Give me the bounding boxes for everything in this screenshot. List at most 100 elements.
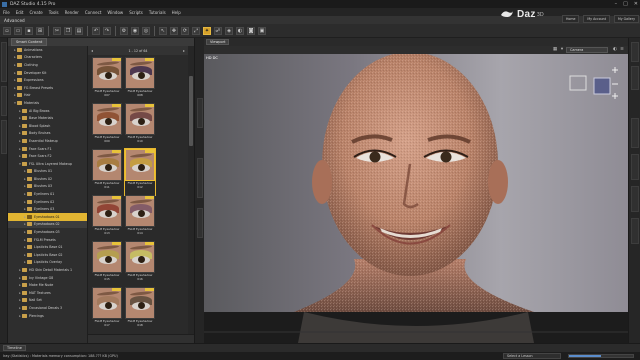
tree-item[interactable]: ▸ FG Breast Presets	[8, 84, 87, 92]
rotate-icon[interactable]: ⟳	[181, 26, 189, 35]
tree-item[interactable]: ▸ Eyeshadows 01	[8, 213, 87, 221]
render-icon[interactable]: ◉	[131, 26, 139, 35]
dock-tab-posing[interactable]	[197, 208, 203, 238]
product-thumbnail[interactable]: FSLM Eyeshadow 009	[92, 103, 122, 149]
tree-item[interactable]: ▸ Eyeshadows 02	[8, 220, 87, 229]
tree-item[interactable]: ▸ Hair	[8, 92, 87, 100]
dock-tab-shaping[interactable]	[197, 158, 203, 198]
tab-viewport[interactable]: Viewport	[206, 39, 230, 45]
tree-item[interactable]: ▸ Characters	[8, 54, 87, 62]
universal-tool-icon[interactable]: ✦	[203, 26, 211, 35]
tree-item[interactable]: ▸ Expressions	[8, 76, 87, 84]
dock-tab-scene-right[interactable]	[631, 42, 639, 62]
tree-item[interactable]: ▸ Clothing	[8, 61, 87, 69]
menu-tools[interactable]: Tools	[49, 10, 59, 15]
menu-tutorials[interactable]: Tutorials	[149, 10, 166, 15]
tree-item[interactable]: ▸ Piercings	[8, 312, 87, 320]
tree-item[interactable]: ▸ Eyeliners 03	[8, 205, 87, 213]
lesson-select[interactable]: Select a Lesson	[503, 353, 561, 359]
tree-item[interactable]: ▸ Essential Makeup	[8, 137, 87, 145]
spot-render-icon[interactable]: ◎	[142, 26, 150, 35]
menu-window[interactable]: Window	[107, 10, 123, 15]
camera-dropdown[interactable]: Camera	[566, 47, 608, 53]
product-thumbnail[interactable]: FSLM Eyeshadow 012	[124, 148, 156, 196]
tree-item[interactable]: ▸ Body Bruises	[8, 130, 87, 138]
tree-item[interactable]: ▸ Blushes 01	[8, 168, 87, 176]
move-icon[interactable]: ✥	[170, 26, 178, 35]
product-thumbnail[interactable]: FSLM Eyeshadow 014	[125, 195, 155, 241]
merge-icon[interactable]: ⊞	[36, 26, 44, 35]
3d-viewport[interactable]: HD DC	[204, 54, 628, 312]
menu-connect[interactable]: Connect	[85, 10, 102, 15]
undo-icon[interactable]: ↶	[92, 26, 100, 35]
render-settings-icon[interactable]: ⚙	[120, 26, 128, 35]
copy-icon[interactable]: ❐	[64, 26, 72, 35]
minimize-icon[interactable]: –	[615, 1, 618, 7]
tree-item[interactable]: ▸ Blood Splash	[8, 122, 87, 130]
tree-item[interactable]: ▸ Ivy Vintage G8	[8, 274, 87, 282]
dock-tab-scene[interactable]	[1, 120, 7, 154]
view-menu-icon[interactable]: ▾	[559, 47, 565, 53]
my-gallery-link[interactable]: My Gallery	[613, 15, 639, 23]
tree-item[interactable]: ▸ Base Materials	[8, 114, 87, 122]
product-thumbnail[interactable]: FSLM Eyeshadow 017	[92, 287, 122, 333]
product-thumbnail[interactable]: FSLM Eyeshadow 016	[125, 241, 155, 287]
surface-selection-icon[interactable]: ◐	[236, 26, 244, 35]
page-next-icon[interactable]: ▸	[183, 48, 185, 53]
viewport-menu-icon[interactable]: ≡	[619, 47, 625, 53]
node-select-icon[interactable]: ↖	[159, 26, 167, 35]
tree-item[interactable]: ▸ FSLM Presets	[8, 236, 87, 244]
scale-icon[interactable]: ⤢	[192, 26, 200, 35]
aux-view-icon[interactable]: ▦	[552, 47, 558, 53]
menu-create[interactable]: Create	[29, 10, 42, 15]
tree-item[interactable]: ▸ Eyeliners 01	[8, 190, 87, 198]
geometry-editor-icon[interactable]: ◈	[225, 26, 233, 35]
pose-tool-icon[interactable]: ☍	[214, 26, 222, 35]
tree-item[interactable]: ▸ Lipsticks Overlay	[8, 259, 87, 267]
redo-icon[interactable]: ↷	[103, 26, 111, 35]
tree-item[interactable]: ▾ Materials	[8, 99, 87, 107]
dock-tab-surfaces[interactable]	[631, 118, 639, 148]
tree-item[interactable]: ▸ Lipsticks Base 01	[8, 243, 87, 251]
save-icon[interactable]: ▪	[25, 26, 33, 35]
paste-icon[interactable]: ▤	[75, 26, 83, 35]
tree-item[interactable]: ▸ Face Scars F1	[8, 145, 87, 153]
tree-item[interactable]: ▸ Eyeshadows 03	[8, 228, 87, 236]
open-icon[interactable]: ▭	[14, 26, 22, 35]
dock-tab-cameras[interactable]	[631, 186, 639, 212]
draw-style-icon[interactable]: ◐	[612, 47, 618, 53]
tree-item[interactable]: ▸ Occasional Decals 3	[8, 304, 87, 312]
tree-item[interactable]: ▸ Eyeliners 02	[8, 198, 87, 206]
tree-item[interactable]: ▸ Blushes 03	[8, 183, 87, 191]
tree-item[interactable]: ▾ FSL Ultra Layered Makeup	[8, 160, 87, 168]
tree-item[interactable]: ▸ HD Skin Detail Materials 1	[8, 266, 87, 274]
tree-item[interactable]: ▸ Make Me Nude	[8, 281, 87, 289]
dock-tab-smart-content[interactable]	[1, 86, 7, 116]
tree-item[interactable]: ▸ Animations	[8, 46, 87, 54]
page-prev-icon[interactable]: ◂	[91, 48, 93, 53]
product-thumbnail[interactable]: FSLM Eyeshadow 018	[125, 287, 155, 333]
product-thumbnail[interactable]: FSLM Eyeshadow 015	[92, 241, 122, 287]
tree-item[interactable]: ▸ Nail Set	[8, 297, 87, 305]
menu-help[interactable]: Help	[172, 10, 181, 15]
product-thumbnail[interactable]: FSLM Eyeshadow 011	[92, 149, 122, 195]
tab-timeline[interactable]: Timeline	[3, 345, 26, 351]
tree-item[interactable]: ▸ Lipsticks Base 02	[8, 251, 87, 259]
camera-icon[interactable]: ◙	[247, 26, 255, 35]
tree-item[interactable]: ▸ Developer Kit	[8, 69, 87, 77]
tab-smart-content[interactable]: Smart Content	[11, 38, 48, 46]
close-icon[interactable]: ✕	[634, 1, 638, 7]
tree-item[interactable]: ▸ MAT Textures	[8, 289, 87, 297]
dock-tab-lights[interactable]	[631, 154, 639, 180]
dock-tab-content-library[interactable]	[1, 42, 7, 82]
product-thumbnail[interactable]: FSLM Eyeshadow 013	[92, 195, 122, 241]
new-scene-icon[interactable]: ▫	[3, 26, 11, 35]
screenshot-icon[interactable]: ▣	[258, 26, 266, 35]
product-thumbnail[interactable]: FSLM Eyeshadow 008	[125, 57, 155, 103]
tree-item[interactable]: ▸ Face Scars F2	[8, 152, 87, 160]
tree-item[interactable]: ▸ Blushes 02	[8, 175, 87, 183]
dock-tab-properties[interactable]	[197, 98, 203, 128]
product-thumbnail[interactable]: FSLM Eyeshadow 010	[125, 103, 155, 149]
my-account-link[interactable]: My Account	[583, 15, 610, 23]
dock-tab-parameters[interactable]	[631, 66, 639, 90]
